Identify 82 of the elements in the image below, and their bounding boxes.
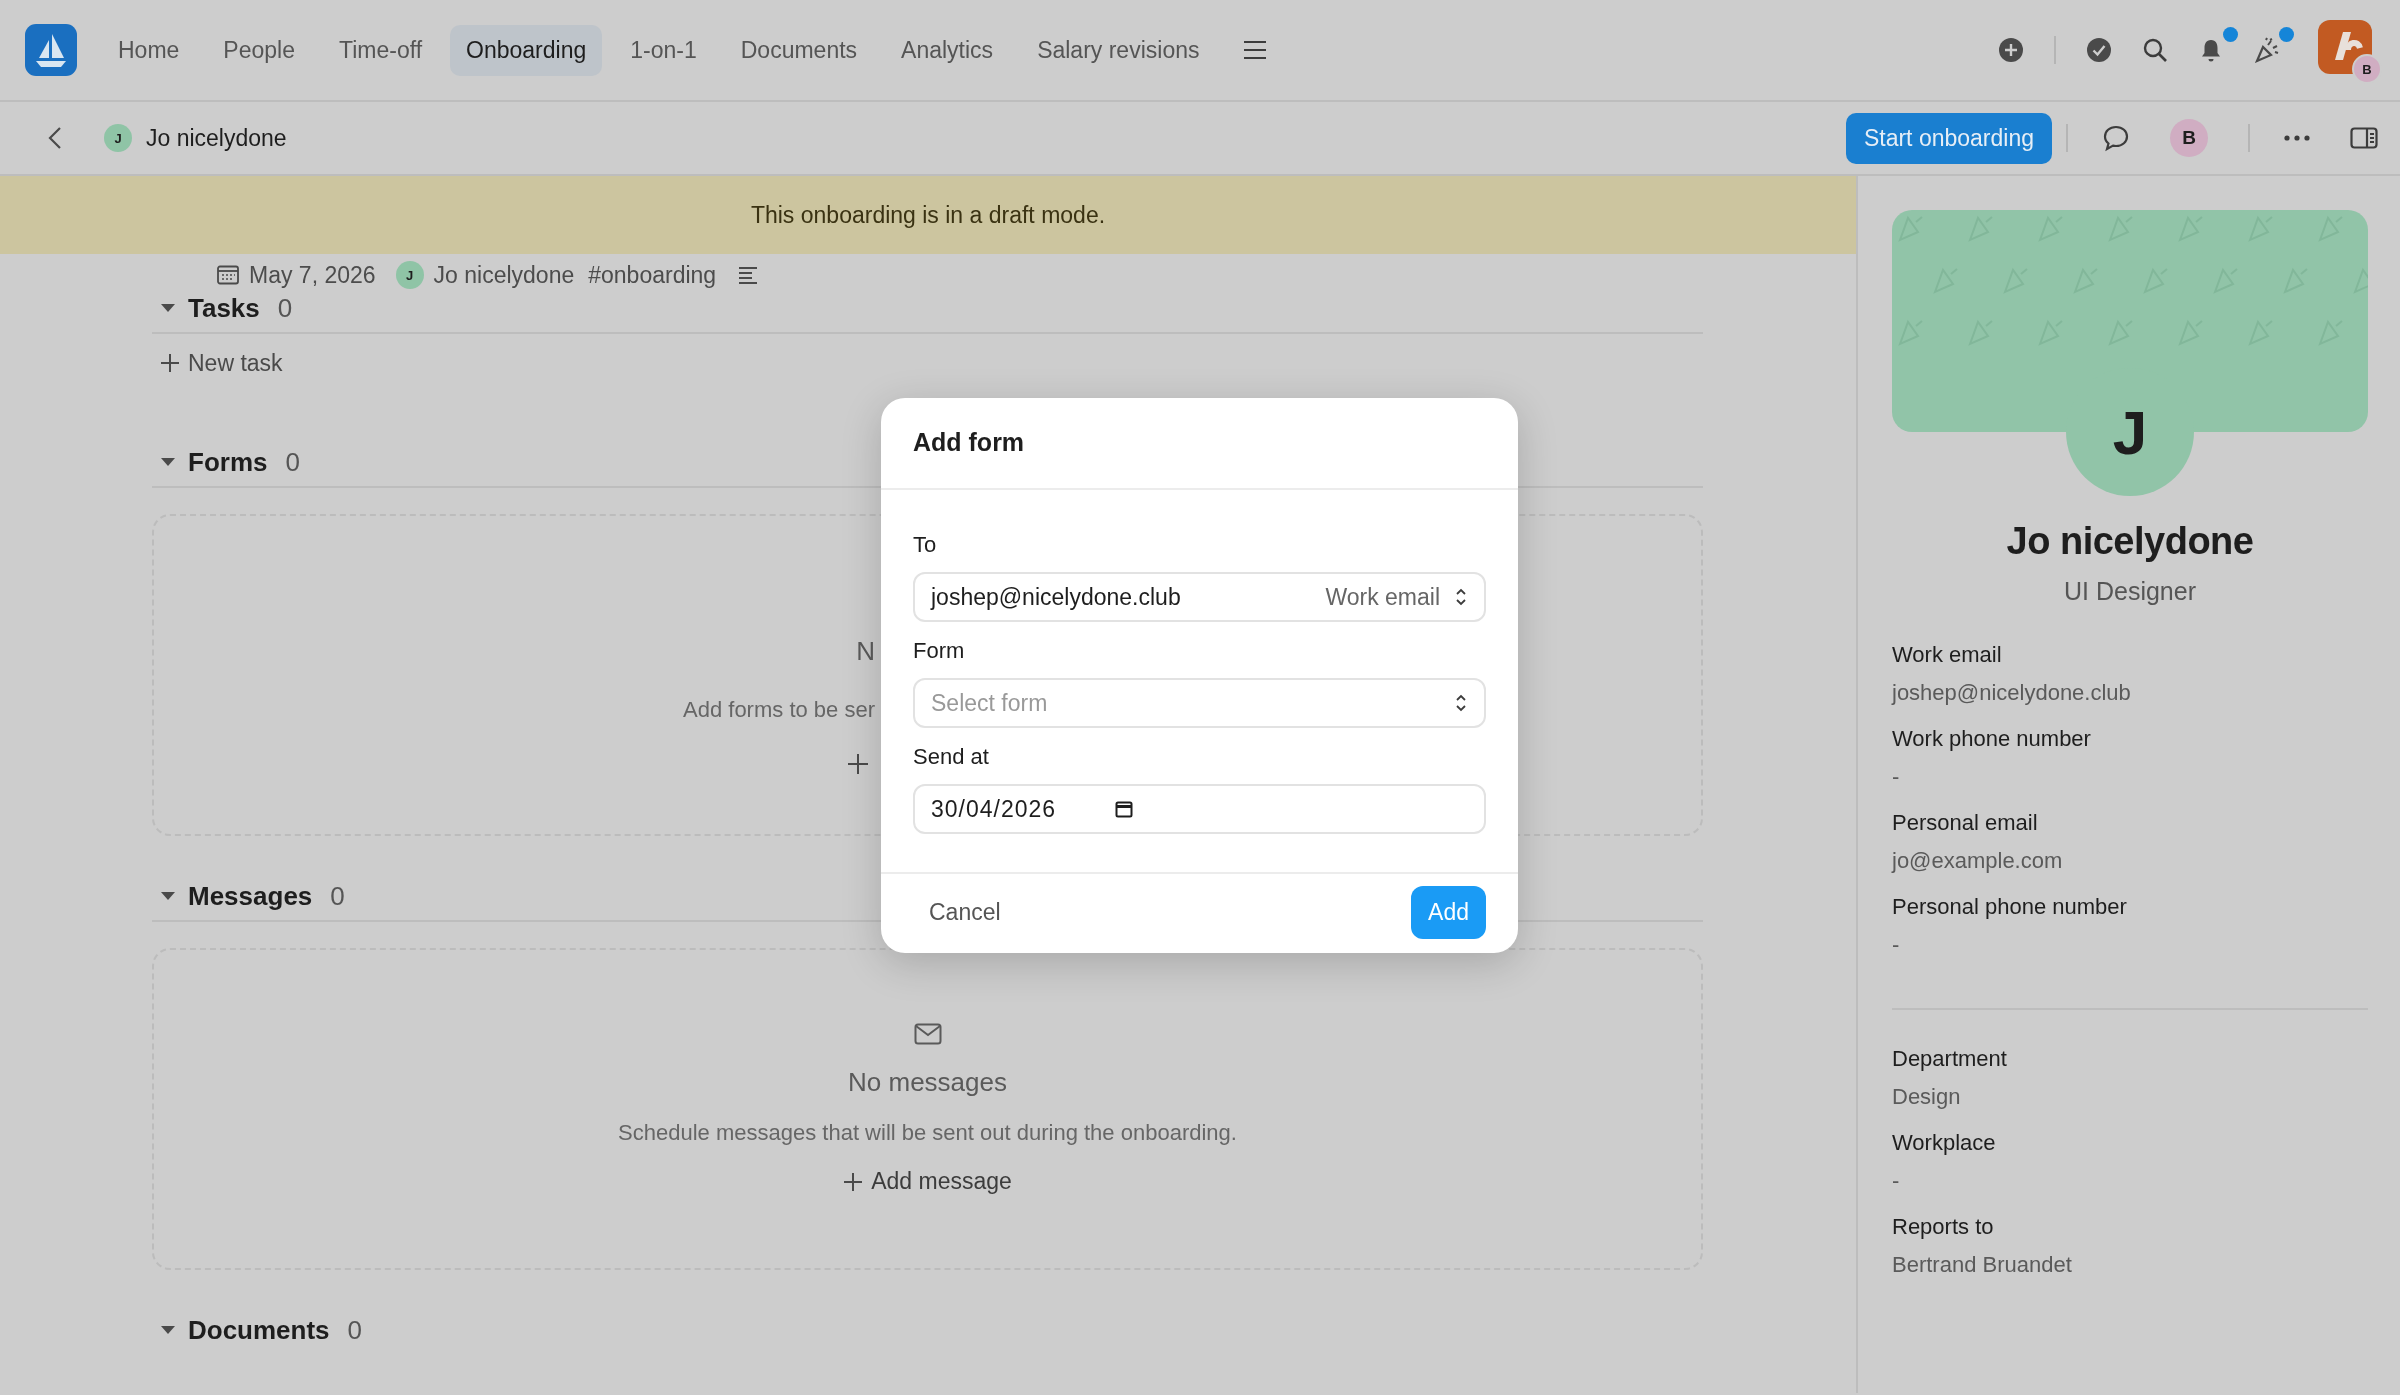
- sailboat-logo-icon[interactable]: [25, 24, 77, 76]
- item-count: 0: [330, 880, 345, 912]
- field-label: Work phone number: [1892, 726, 2092, 752]
- field-value: Bertrand Bruandet: [1892, 1252, 2073, 1278]
- field-label: Reports to: [1892, 1214, 1995, 1240]
- plus-icon: [160, 353, 180, 373]
- nav-tab[interactable]: 1-on-1: [614, 24, 713, 76]
- field-label: Workplace: [1892, 1130, 1997, 1156]
- item-count: 0: [285, 446, 300, 478]
- collapse-caret-icon[interactable]: [160, 457, 176, 467]
- draft-banner: This onboarding is in a draft mode.: [0, 176, 1856, 254]
- more-icon[interactable]: [2284, 135, 2310, 141]
- plus-icon: [843, 1171, 864, 1192]
- party-popper-icon[interactable]: [2254, 37, 2280, 63]
- description-icon[interactable]: [738, 266, 759, 284]
- field-label: Personal phone number: [1892, 894, 2128, 920]
- side-panel-icon[interactable]: [2350, 127, 2378, 149]
- field-label: Department: [1892, 1046, 2008, 1072]
- chevron-up-down-icon: [1454, 588, 1468, 606]
- check-circle-icon[interactable]: [2086, 37, 2112, 63]
- chevron-up-down-icon: [1454, 694, 1468, 712]
- user-avatar[interactable]: B: [2170, 119, 2208, 157]
- dialog-title: Add form: [881, 398, 1518, 490]
- nav-tab[interactable]: Documents: [724, 24, 874, 76]
- date-input-field[interactable]: 30/04/2026: [913, 784, 1486, 834]
- profile-name: Jo nicelydone: [2005, 520, 2255, 563]
- collapse-caret-icon[interactable]: [160, 1325, 176, 1335]
- field-label: Send at: [913, 744, 990, 770]
- nav-tab[interactable]: Time-off: [323, 24, 439, 76]
- field-value: -: [1892, 1168, 1901, 1194]
- search-icon[interactable]: [2142, 37, 2168, 63]
- empty-title: No messages: [848, 1067, 1007, 1098]
- back-icon[interactable]: [48, 126, 62, 150]
- empty-title: N: [856, 635, 875, 667]
- company-logo-icon[interactable]: [2318, 20, 2372, 74]
- user-avatar[interactable]: B: [2352, 54, 2382, 84]
- avatar: J: [104, 124, 132, 152]
- nav-tab[interactable]: Home: [102, 24, 196, 76]
- field-value: Design: [1892, 1084, 1962, 1110]
- field-label: Personal email: [1892, 810, 2039, 836]
- add-message-link[interactable]: Add message: [843, 1168, 1012, 1195]
- item-count: 0: [347, 1314, 363, 1346]
- field-value: jo@example.com: [1892, 848, 2064, 874]
- section-title: Forms: [188, 446, 268, 478]
- collapse-caret-icon[interactable]: [160, 303, 176, 313]
- email-type-label: Work email: [1325, 583, 1440, 611]
- nav-tab[interactable]: Onboarding: [450, 24, 603, 76]
- section-title: Tasks: [188, 292, 260, 324]
- add-button[interactable]: Add: [1411, 886, 1486, 939]
- field-label: To: [913, 532, 938, 558]
- plus-icon[interactable]: [847, 752, 869, 775]
- item-count: 0: [277, 292, 293, 324]
- recipient-select[interactable]: joshep@nicelydone.club Work email: [913, 572, 1486, 622]
- field-label: Work email: [1892, 642, 2003, 668]
- field-value: -: [1892, 764, 1901, 790]
- field-value: -: [1892, 932, 1901, 958]
- job-title: UI Designer: [2063, 577, 2197, 606]
- section-title: Documents: [188, 1314, 330, 1346]
- comment-icon[interactable]: [2102, 124, 2130, 152]
- new-task-link[interactable]: New task: [160, 348, 1703, 378]
- plus-circle-icon[interactable]: [1998, 37, 2024, 63]
- nav-tab[interactable]: Salary revisions: [1021, 24, 1216, 76]
- nav-tab[interactable]: Analytics: [885, 24, 1010, 76]
- field-label: Form: [913, 638, 966, 664]
- cancel-button[interactable]: Cancel: [913, 887, 1017, 938]
- tag-link[interactable]: #onboarding: [588, 261, 717, 289]
- calendar-icon: [217, 265, 239, 285]
- date-text: May 7, 2026: [249, 261, 376, 289]
- envelope-icon: [913, 1023, 942, 1045]
- field-value: joshep@nicelydone.club: [1892, 680, 2132, 706]
- calendar-icon[interactable]: [1115, 800, 1133, 818]
- nav-tab[interactable]: People: [207, 24, 311, 76]
- avatar: J: [395, 261, 424, 289]
- empty-description: Schedule messages that will be sent out during the onboarding.: [618, 1120, 1237, 1146]
- empty-description: Add forms to be ser: [683, 696, 875, 723]
- section-title: Messages: [188, 880, 313, 912]
- start-onboarding-button[interactable]: Start onboarding: [1845, 112, 2052, 164]
- menu-icon[interactable]: [1243, 40, 1268, 60]
- employee-name: Jo nicelydone: [146, 124, 287, 152]
- collapse-caret-icon[interactable]: [160, 891, 176, 901]
- form-select[interactable]: Select form: [913, 678, 1486, 728]
- owner-name: Jo nicelydone: [433, 261, 575, 289]
